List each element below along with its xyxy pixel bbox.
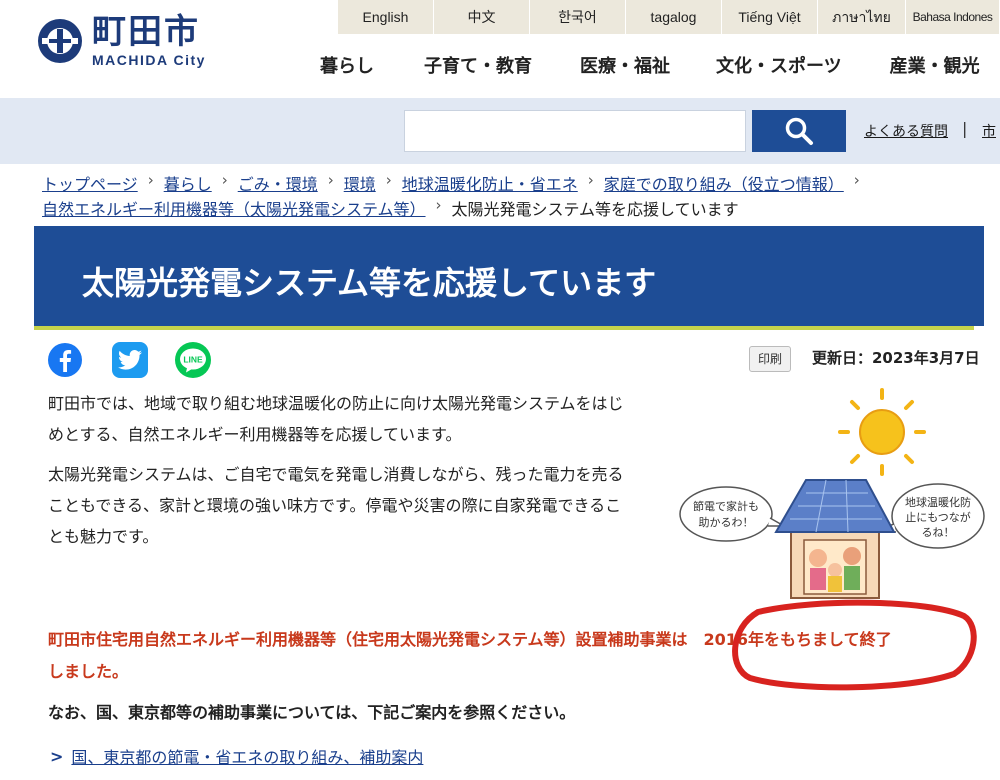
lang-english[interactable]: English (338, 0, 434, 34)
lang-chinese[interactable]: 中文 (434, 0, 530, 34)
breadcrumb-kankyo[interactable]: 環境 (344, 171, 376, 195)
breadcrumb-gomi[interactable]: ごみ・環境 (238, 171, 318, 195)
breadcrumb-kurashi[interactable]: 暮らし (164, 171, 212, 195)
language-bar: English 中文 한국어 tagalog Tiếng Việt ภาษาไท… (338, 0, 1000, 34)
gnav-sangyo[interactable]: 産業・観光 (890, 52, 980, 78)
breadcrumb-sep: › (853, 171, 860, 189)
bubble-left-line-1: 節電で家計も (693, 499, 759, 513)
breadcrumb: トップページ › 暮らし › ごみ・環境 › 環境 › 地球温暖化防止・省エネ … (42, 171, 870, 195)
machida-logo[interactable]: 町田市 MACHIDA City (36, 14, 206, 68)
search-input[interactable] (404, 110, 746, 152)
bubble-right-line-3: るね！ (922, 526, 955, 539)
benefit-line-1: 太陽光発電システムは、ご自宅で電気を発電し消費しながら、残った電力を売る (48, 465, 624, 484)
gnav-kurashi[interactable]: 暮らし (320, 52, 374, 78)
faq-link[interactable]: よくある質問 (864, 121, 948, 141)
breadcrumb-sep: › (385, 171, 392, 189)
line-share-button[interactable]: LINE (175, 342, 211, 378)
speech-bubble-left: 節電で家計も 助かるわ！ (679, 486, 787, 542)
benefit-line-2: こともできる、家計と環境の強い味方です。停電や災害の際に自家発電できるこ (48, 496, 622, 515)
benefit-paragraph: 太陽光発電システムは、ご自宅で電気を発電し消費しながら、残った電力を売る ことも… (48, 459, 668, 552)
print-button[interactable]: 印刷 (749, 346, 791, 372)
breadcrumb-top[interactable]: トップページ (42, 171, 138, 195)
svg-text:LINE: LINE (183, 355, 203, 365)
header-link-truncated[interactable]: 市 (982, 121, 996, 141)
gnav-kosodate[interactable]: 子育て・教育 (424, 52, 532, 78)
twitter-bird-icon (118, 350, 142, 370)
bubble-left-line-2: 助かるわ！ (699, 515, 754, 529)
breadcrumb-sep: › (587, 171, 594, 189)
facebook-icon (48, 343, 82, 377)
lang-indonesian[interactable]: Bahasa Indones (906, 0, 1000, 34)
solar-house-illustration: 節電で家計も 助かるわ！ 地球温暖化防 止にもつなが るね！ (679, 388, 985, 599)
benefit-line-3: とも魅力です。 (48, 527, 159, 546)
chevron-right-icon: > (50, 746, 64, 766)
intro-paragraph: 町田市では、地域で取り組む地球温暖化の防止に向け太陽光発電システムをはじ めとす… (48, 388, 668, 450)
speech-bubble-right: 地球温暖化防 止にもつなが るね！ (877, 483, 985, 549)
bubble-right-line-1: 地球温暖化防 (905, 495, 971, 509)
breadcrumb-current: 太陽光発電システム等を応援しています (451, 200, 739, 219)
search-band: よくある質問 | 市 (0, 98, 1000, 164)
machida-emblem-icon (38, 19, 82, 63)
breadcrumb-sep: › (435, 196, 442, 214)
page-title: 太陽光発電システム等を応援しています (82, 264, 657, 302)
breadcrumb-sep: › (221, 171, 228, 189)
facebook-share-button[interactable] (47, 342, 83, 378)
search-icon (785, 117, 813, 145)
house-icon (774, 479, 896, 599)
gnav-bunka[interactable]: 文化・スポーツ (716, 52, 842, 78)
lang-korean[interactable]: 한국어 (530, 0, 626, 34)
gnav-iryo[interactable]: 医療・福祉 (580, 52, 670, 78)
global-nav: 暮らし 子育て・教育 医療・福祉 文化・スポーツ 産業・観光 (300, 52, 980, 78)
breadcrumb-shizen[interactable]: 自然エネルギー利用機器等（太陽光発電システム等） (42, 196, 426, 220)
sun-icon (838, 388, 926, 476)
logo-roman: MACHIDA City (92, 52, 206, 68)
lang-tagalog[interactable]: tagalog (626, 0, 722, 34)
breadcrumb-katei[interactable]: 家庭での取り組み（役立つ情報） (604, 171, 844, 195)
site-header: 町田市 MACHIDA City English 中文 한국어 tagalog … (0, 0, 1000, 98)
line-icon: LINE (180, 348, 206, 373)
header-separator: | (962, 119, 968, 138)
logo-kanji: 町田市 (92, 12, 200, 52)
breadcrumb-ondanka[interactable]: 地球温暖化防止・省エネ (402, 171, 578, 195)
reference-note: なお、国、東京都等の補助事業については、下記ご案内を参照ください。 (48, 703, 576, 722)
breadcrumb-line-2: 自然エネルギー利用機器等（太陽光発電システム等） › 太陽光発電システム等を応援… (42, 196, 739, 220)
intro-line-2: めとする、自然エネルギー利用機器等を応援しています。 (48, 425, 462, 444)
title-banner: 太陽光発電システム等を応援しています (34, 226, 984, 326)
updated-date: 更新日：2023年3月7日 (812, 349, 980, 367)
bubble-right-line-2: 止にもつなが (905, 510, 971, 524)
breadcrumb-sep: › (147, 171, 154, 189)
subsidy-info-link[interactable]: > 国、東京都の節電・省エネの取り組み、補助案内 (50, 744, 423, 768)
search-button[interactable] (752, 110, 846, 152)
intro-line-1: 町田市では、地域で取り組む地球温暖化の防止に向け太陽光発電システムをはじ (48, 394, 624, 413)
subsidy-info-link-label[interactable]: 国、東京都の節電・省エネの取り組み、補助案内 (71, 744, 423, 768)
title-accent-line (34, 326, 974, 330)
breadcrumb-sep: › (327, 171, 334, 189)
twitter-share-button[interactable] (112, 342, 148, 378)
lang-thai[interactable]: ภาษาไทย (818, 0, 906, 34)
lang-vietnamese[interactable]: Tiếng Việt (722, 0, 818, 34)
red-highlight-circle (732, 599, 977, 691)
